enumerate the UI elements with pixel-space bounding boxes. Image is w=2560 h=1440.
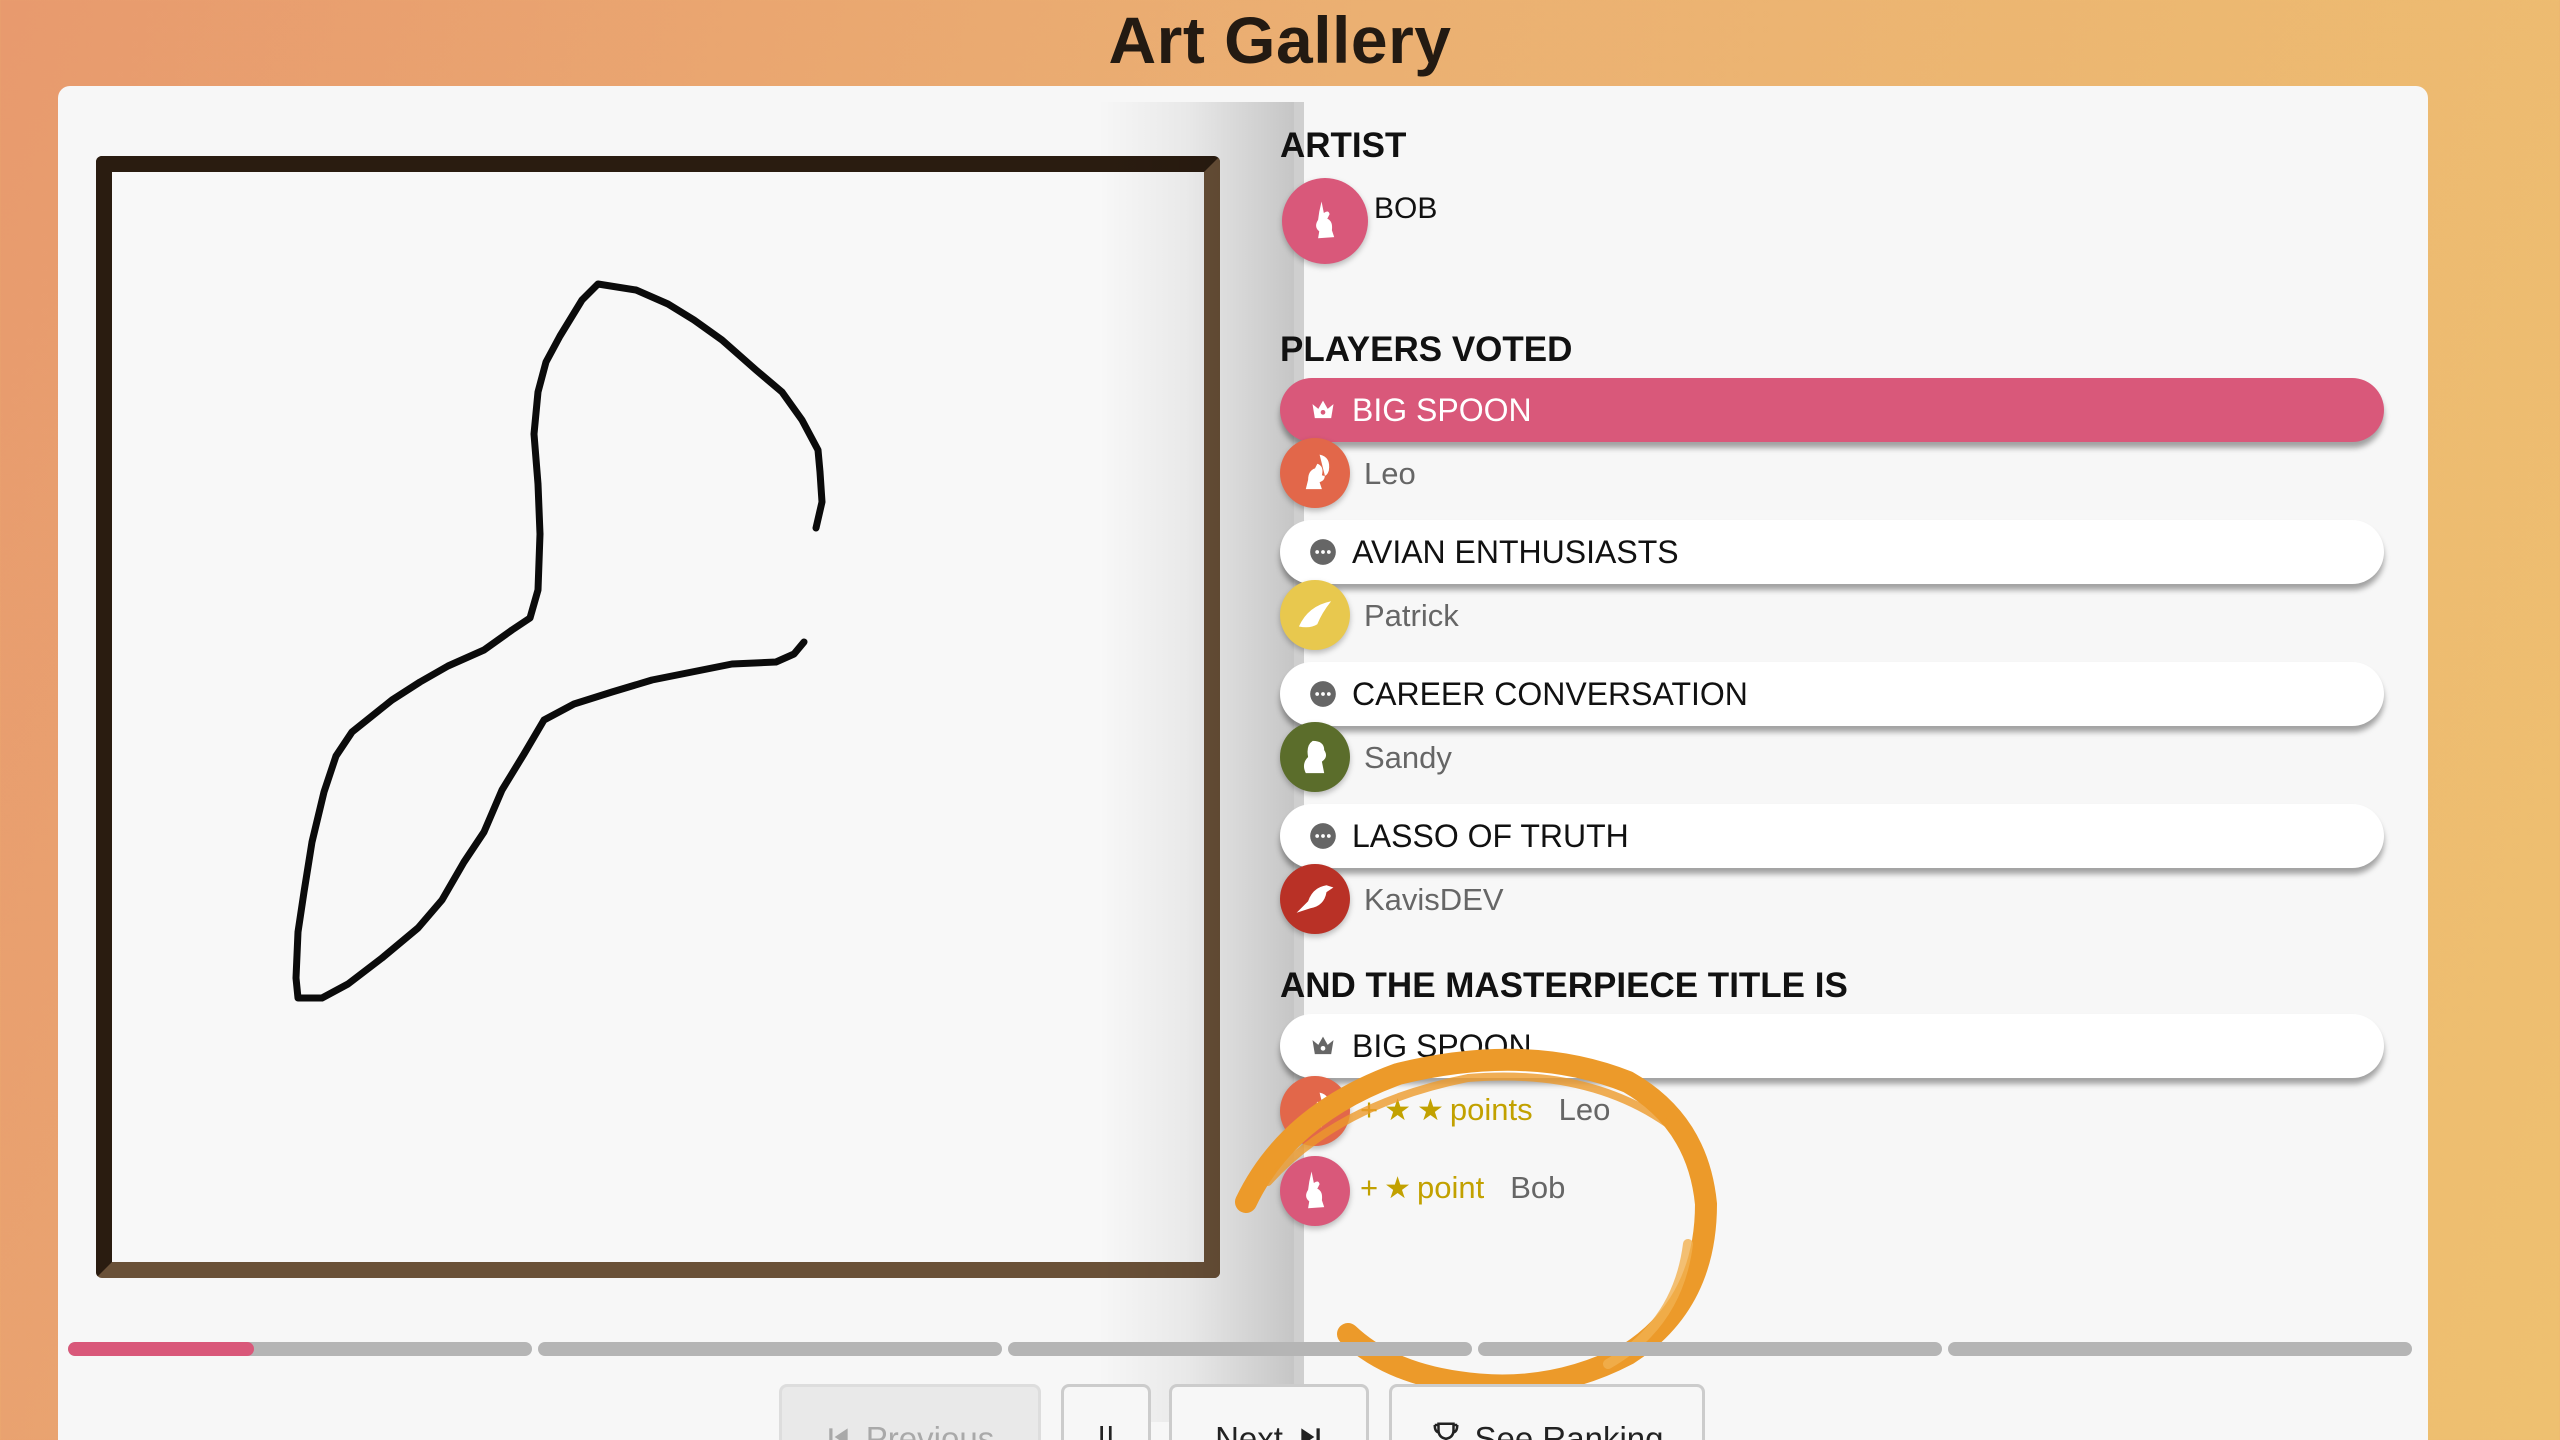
artwork-frame bbox=[96, 156, 1220, 1278]
chat-icon bbox=[1308, 537, 1338, 567]
gallery-card: ARTIST BOB PLAYERS VOTED BIG SPOON Leo A… bbox=[58, 86, 2428, 1440]
award-plus: + bbox=[1360, 1092, 1379, 1127]
vote-title-pill: LASSO OF TRUTH bbox=[1280, 804, 2384, 868]
see-ranking-label: See Ranking bbox=[1474, 1420, 1664, 1440]
beaver-icon bbox=[1303, 740, 1327, 774]
chat-icon bbox=[1308, 679, 1338, 709]
see-ranking-button[interactable]: See Ranking bbox=[1389, 1384, 1705, 1440]
star-icon: ★ bbox=[1384, 1093, 1412, 1127]
result-title: BIG SPOON bbox=[1352, 1027, 1532, 1064]
award-line-leo: + ★ ★ points Leo bbox=[1360, 1092, 1610, 1128]
bird-icon bbox=[1298, 601, 1332, 628]
squirrel-icon bbox=[1305, 454, 1330, 490]
next-button[interactable]: Next bbox=[1169, 1384, 1369, 1440]
vote-title: BIG SPOON bbox=[1352, 391, 1532, 428]
award-points-label: point bbox=[1417, 1170, 1485, 1205]
next-label: Next bbox=[1215, 1420, 1283, 1440]
award-player: Bob bbox=[1510, 1170, 1566, 1205]
voter-name: Sandy bbox=[1364, 740, 1452, 775]
voter-avatar bbox=[1280, 864, 1350, 934]
award-avatar-leo bbox=[1280, 1076, 1350, 1146]
skip-back-icon bbox=[826, 1420, 852, 1440]
squirrel-icon bbox=[1305, 1092, 1330, 1128]
progress-fill bbox=[68, 1342, 254, 1356]
award-player: Leo bbox=[1558, 1092, 1611, 1127]
award-plus: + bbox=[1360, 1170, 1379, 1205]
result-title-pill: BIG SPOON bbox=[1280, 1014, 2384, 1078]
award-line-bob: + ★ point Bob bbox=[1360, 1170, 1565, 1206]
award-avatar-bob bbox=[1280, 1156, 1350, 1226]
vote-title: LASSO OF TRUTH bbox=[1352, 817, 1629, 854]
star-icon: ★ bbox=[1417, 1093, 1444, 1127]
artist-section-label: ARTIST bbox=[1280, 126, 1407, 165]
artist-avatar bbox=[1282, 178, 1368, 264]
progress-segment bbox=[1948, 1342, 2412, 1356]
page-fold-shadow bbox=[1098, 102, 1294, 1422]
award-points-label: points bbox=[1449, 1092, 1533, 1127]
progress-segment bbox=[1008, 1342, 1472, 1356]
voter-avatar bbox=[1280, 438, 1350, 508]
slideshow-progress bbox=[68, 1342, 2412, 1356]
voter-avatar bbox=[1280, 722, 1350, 792]
voter-name: Leo bbox=[1364, 456, 1416, 491]
chat-icon bbox=[1308, 821, 1338, 851]
pause-icon: || bbox=[1097, 1420, 1115, 1440]
page-title: Art Gallery bbox=[1108, 3, 1452, 77]
progress-segment bbox=[538, 1342, 1002, 1356]
trophy-icon bbox=[1431, 1420, 1461, 1440]
previous-label: Previous bbox=[865, 1420, 995, 1440]
masterpiece-title-label: AND THE MASTERPIECE TITLE IS bbox=[1280, 966, 1848, 1005]
vote-title-pill: AVIAN ENTHUSIASTS bbox=[1280, 520, 2384, 584]
rabbit-icon bbox=[1316, 201, 1335, 239]
voter-avatar bbox=[1280, 580, 1350, 650]
artist-name: BOB bbox=[1374, 192, 1438, 225]
voter-name: KavisDEV bbox=[1364, 882, 1504, 917]
vote-title: CAREER CONVERSATION bbox=[1352, 675, 1748, 712]
progress-segment bbox=[1478, 1342, 1942, 1356]
vote-title-pill: CAREER CONVERSATION bbox=[1280, 662, 2384, 726]
crow-icon bbox=[1296, 885, 1334, 913]
artwork-drawing bbox=[292, 280, 826, 1002]
voter-name: Patrick bbox=[1364, 598, 1459, 633]
previous-button[interactable]: Previous bbox=[779, 1384, 1041, 1440]
crown-icon bbox=[1308, 395, 1338, 425]
skip-forward-icon bbox=[1297, 1420, 1323, 1440]
crown-icon bbox=[1308, 1031, 1338, 1061]
vote-title: AVIAN ENTHUSIASTS bbox=[1352, 533, 1679, 570]
rabbit-icon bbox=[1306, 1171, 1325, 1209]
progress-segment bbox=[68, 1342, 532, 1356]
pause-button[interactable]: || bbox=[1061, 1384, 1151, 1440]
vote-title-pill: BIG SPOON bbox=[1280, 378, 2384, 442]
star-icon: ★ bbox=[1384, 1171, 1412, 1205]
players-voted-label: PLAYERS VOTED bbox=[1280, 330, 1573, 369]
